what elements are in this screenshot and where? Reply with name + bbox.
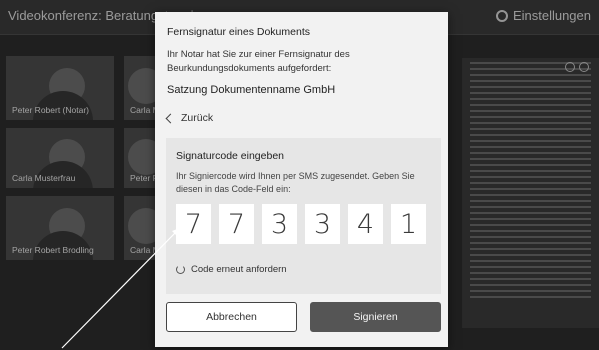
code-digit-input[interactable]: 4 (348, 204, 383, 244)
back-link[interactable]: Zurück (165, 112, 214, 124)
resend-code-link[interactable]: Code erneut anfordern (176, 264, 287, 275)
back-label: Zurück (181, 112, 214, 124)
code-digit-input[interactable]: 1 (391, 204, 426, 244)
code-digit-input[interactable]: 7 (219, 204, 254, 244)
refresh-icon (176, 265, 185, 274)
chevron-left-icon (165, 113, 176, 123)
cancel-button[interactable]: Abbrechen (166, 302, 297, 332)
signature-code-instructions: Ihr Signiercode wird Ihnen per SMS zuges… (176, 171, 415, 194)
code-digit-input[interactable]: 3 (305, 204, 340, 244)
remote-signature-dialog: Fernsignatur eines Dokuments Ihr Notar h… (155, 12, 448, 347)
code-digit-input[interactable]: 3 (262, 204, 297, 244)
dialog-title: Fernsignatur eines Dokuments (167, 26, 310, 38)
code-digit-input[interactable]: 7 (176, 204, 211, 244)
document-name: Satzung Dokumentenname GmbH (167, 84, 336, 96)
dialog-intro: Ihr Notar hat Sie zur einer Fernsignatur… (167, 49, 350, 74)
signature-code-panel: Signaturcode eingeben Ihr Signiercode wi… (166, 138, 441, 294)
resend-code-label: Code erneut anfordern (191, 264, 287, 275)
sign-button[interactable]: Signieren (310, 302, 441, 332)
signature-code-title: Signaturcode eingeben (176, 150, 285, 162)
code-input-group: 7 7 3 3 4 1 (176, 204, 426, 244)
